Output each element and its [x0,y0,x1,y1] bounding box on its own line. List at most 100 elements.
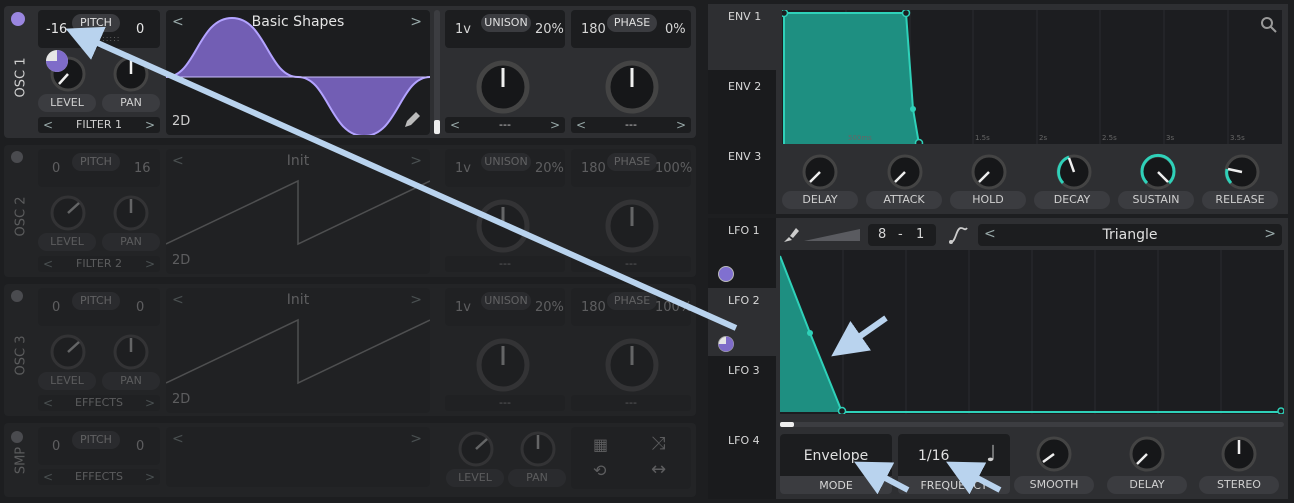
env-tab-1[interactable]: ENV 1 [708,4,776,70]
env-tab-2[interactable]: ENV 2 [708,74,776,140]
osc2-pitch-tune[interactable]: 16 [134,161,151,176]
sampler-destination-select[interactable]: < EFFECTS > [38,469,160,485]
osc2-unison-select[interactable]: --- [445,256,565,272]
osc3-mode-label[interactable]: 2D [172,392,190,407]
lfo-tab-3[interactable]: LFO 3 [708,358,776,426]
lfo-grid-numerator[interactable]: 8 [878,224,886,246]
sampler-pitch-tune[interactable]: 0 [136,439,144,454]
osc2-dest-prev-icon[interactable]: < [43,256,53,272]
osc3-phase-random[interactable]: 100% [655,300,692,315]
osc3-unison-knob[interactable] [472,334,534,396]
env-delay-knob[interactable] [798,150,842,194]
lfo-stereo-knob[interactable] [1217,432,1261,476]
sampler-prev-icon[interactable]: < [172,431,184,447]
osc3-dest-prev-icon[interactable]: < [43,395,53,411]
osc1-unison-next-icon[interactable]: > [550,117,560,133]
osc1-pitch-transpose[interactable]: -16 [46,22,67,37]
osc1-edit-pencil-icon[interactable] [402,110,422,130]
lfo-position-scrollbar[interactable] [780,422,1284,427]
osc2-unison-detune[interactable]: 20% [535,161,564,176]
lfo-mode-value[interactable]: Envelope [780,448,892,464]
osc1-pan-knob[interactable] [109,52,153,96]
lfo-paint-pattern-icon[interactable] [804,227,860,243]
osc1-destination-select[interactable]: < FILTER 1 > [38,117,160,133]
env-release-knob[interactable] [1220,150,1264,194]
lfo-delay-knob[interactable] [1125,432,1169,476]
osc1-dest-prev-icon[interactable]: < [43,117,53,133]
osc2-mode-label[interactable]: 2D [172,253,190,268]
osc3-phase-select[interactable]: --- [571,395,691,411]
osc1-unison-detune[interactable]: 20% [535,22,564,37]
osc3-level-knob[interactable] [46,330,90,374]
lfo-smooth-curve-icon[interactable] [948,225,970,245]
sampler-pitch-transpose[interactable]: 0 [52,439,60,454]
osc1-power-button[interactable] [11,12,25,26]
osc2-wavetable-display[interactable]: < Init > 2D [166,149,430,274]
lfo-tempo-note-icon[interactable]: ♩ [986,442,996,467]
osc1-phase-knob[interactable] [601,56,663,118]
osc3-phase-value[interactable]: 180 [581,300,606,315]
lfo-shape-next-icon[interactable]: > [1264,226,1276,242]
lfo-graph[interactable] [780,250,1284,414]
lfo-grid-size[interactable]: 8 - 1 [868,224,936,246]
osc3-unison-select[interactable]: --- [445,395,565,411]
lfo-mode-box[interactable]: Envelope MODE [780,434,892,494]
osc1-level-slider-handle[interactable] [434,120,440,134]
env-hold-knob[interactable] [967,150,1011,194]
env-attack-knob[interactable] [883,150,927,194]
osc2-phase-knob[interactable] [601,195,663,257]
osc2-unison-knob[interactable] [472,195,534,257]
lfo-tab-2[interactable]: LFO 2 [708,288,776,356]
sampler-bounce-icon[interactable]: ↔ [651,459,666,480]
env-decay-knob[interactable] [1052,150,1096,194]
osc1-mod-indicator-icon[interactable] [44,48,70,74]
osc3-pitch-transpose[interactable]: 0 [52,300,60,315]
sampler-loop-icon[interactable]: ⟲ [593,461,606,480]
lfo-paint-icon[interactable] [782,226,800,244]
lfo-tab-4[interactable]: LFO 4 [708,428,776,496]
osc1-unison-knob[interactable] [472,56,534,118]
lfo-position-scrollbar-handle[interactable] [780,422,794,427]
osc2-power-button[interactable] [11,151,23,163]
osc1-level-slider[interactable] [434,10,440,135]
osc2-phase-select[interactable]: --- [571,256,691,272]
env-tab-3[interactable]: ENV 3 [708,144,776,210]
lfo-frequency-value[interactable]: 1/16 [918,448,949,464]
lfo-smooth-knob[interactable] [1032,432,1076,476]
lfo-shape-select[interactable]: < Triangle > [978,224,1282,246]
sampler-sample-display[interactable]: < > [166,427,430,487]
env-graph[interactable]: 500ms 1.5s 2s 2.5s 3s 3.5s [782,10,1282,144]
osc2-unison-voices[interactable]: 1v [455,161,471,176]
sampler-random-icon[interactable]: ⤨ [651,433,665,454]
osc2-destination-select[interactable]: < FILTER 2 > [38,256,160,272]
osc3-wavetable-display[interactable]: < Init > 2D [166,288,430,413]
lfo-frequency-box[interactable]: 1/16 ♩ FREQUENCY [898,434,1010,494]
sampler-dest-next-icon[interactable]: > [145,469,155,485]
osc1-unison-voices[interactable]: 1v [455,22,471,37]
env-sustain-knob[interactable] [1136,150,1180,194]
osc3-dest-next-icon[interactable]: > [145,395,155,411]
osc2-level-knob[interactable] [46,191,90,235]
osc1-phase-select[interactable]: < --- > [571,117,691,133]
osc2-phase-value[interactable]: 180 [581,161,606,176]
sampler-pan-knob[interactable] [516,427,560,471]
osc3-phase-knob[interactable] [601,334,663,396]
osc3-pan-knob[interactable] [109,330,153,374]
osc1-dest-next-icon[interactable]: > [145,117,155,133]
lfo-tab-2-mod-source-icon[interactable] [717,335,735,353]
osc1-pitch-tune[interactable]: 0 [136,22,144,37]
lfo-tab-1[interactable]: LFO 1 [708,218,776,286]
sampler-level-knob[interactable] [454,427,498,471]
osc3-unison-detune[interactable]: 20% [535,300,564,315]
osc1-unison-select[interactable]: < --- > [445,117,565,133]
env-zoom-search-icon[interactable] [1260,16,1278,34]
osc1-phase-value[interactable]: 180 [581,22,606,37]
osc3-destination-select[interactable]: < EFFECTS > [38,395,160,411]
osc3-pitch-tune[interactable]: 0 [136,300,144,315]
sampler-keytrack-icon[interactable]: ▦ [593,435,608,454]
sampler-dest-prev-icon[interactable]: < [43,469,53,485]
osc1-phase-random[interactable]: 0% [665,22,686,37]
osc2-pitch-transpose[interactable]: 0 [52,161,60,176]
osc2-phase-random[interactable]: 100% [655,161,692,176]
sampler-next-icon[interactable]: > [410,431,422,447]
